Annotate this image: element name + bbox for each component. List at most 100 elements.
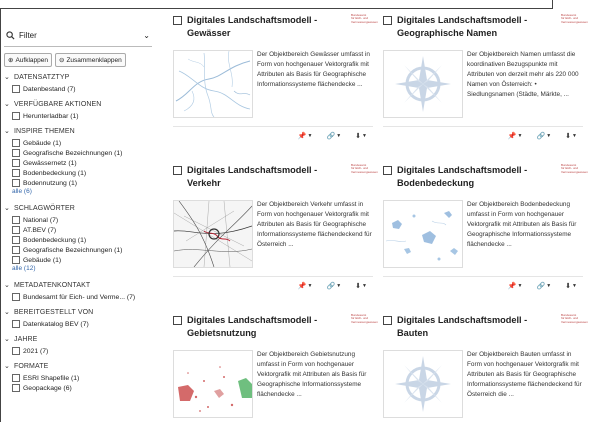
pin-dropdown[interactable]: 📌 ▼ [508, 132, 523, 140]
caret-down-icon: ▼ [572, 132, 577, 139]
dataset-thumbnail[interactable] [383, 50, 463, 118]
dataset-card[interactable]: Digitales Landschaftsmodell - Geographis… [383, 13, 588, 140]
facet-checkbox-item[interactable]: Geografische Bezeichnungen (1) [12, 148, 152, 158]
dataset-thumbnail[interactable] [173, 200, 253, 268]
facet-title[interactable]: ⌄ DATENSATZTYP [4, 73, 152, 82]
facet-item-label: Geopackage (6) [23, 384, 72, 392]
facet-checkbox-item[interactable]: AT.BEV (7) [12, 225, 152, 235]
show-all-link[interactable]: alle (12) [12, 265, 152, 275]
checkbox[interactable] [12, 256, 20, 264]
caret-down-icon: ▼ [336, 282, 342, 289]
checkbox[interactable] [12, 246, 20, 254]
card-select-checkbox[interactable] [173, 16, 182, 25]
dataset-thumbnail[interactable] [173, 350, 253, 418]
dataset-card[interactable]: Digitales Landschaftsmodell - Bauten Bund… [383, 313, 588, 418]
facet-checkbox-item[interactable]: Bodennutzung (1) [12, 178, 152, 188]
checkbox[interactable] [12, 347, 20, 355]
map-thumbnail [174, 351, 252, 417]
dataset-card[interactable]: Digitales Landschaftsmodell - Gewässer Bu… [173, 13, 378, 140]
card-select-checkbox[interactable] [383, 166, 392, 175]
link-dropdown[interactable]: 🔗 ▼ [327, 282, 342, 290]
facet-checkbox-item[interactable]: Bodenbedeckung (1) [12, 235, 152, 245]
card-title[interactable]: Digitales Landschaftsmodell - Bodenbedec… [397, 164, 547, 190]
chevron-down-icon: ⌄ [4, 363, 10, 370]
bev-logo: Bundesamt für Eich- und Vermessungswesen [351, 163, 378, 174]
link-dropdown[interactable]: 🔗 ▼ [537, 132, 552, 140]
download-dropdown[interactable]: ⬇ ▼ [355, 282, 367, 290]
facet-group: ⌄ INSPIRE THEMEN Gebäude (1) Geografische B… [4, 127, 152, 198]
facet-checkbox-item[interactable]: Datenbestand (7) [12, 84, 152, 94]
dataset-card[interactable]: Digitales Landschaftsmodell - Bodenbedec… [383, 163, 588, 290]
facet-checkbox-item[interactable]: Geografische Bezeichnungen (1) [12, 245, 152, 255]
checkbox[interactable] [12, 169, 20, 177]
checkbox[interactable] [12, 179, 20, 187]
show-all-link[interactable]: alle (6) [12, 188, 152, 198]
facet-checkbox-item[interactable]: Gewässernetz (1) [12, 158, 152, 168]
download-dropdown[interactable]: ⬇ ▼ [565, 282, 577, 290]
facet-checkbox-item[interactable]: National (7) [12, 215, 152, 225]
card-title[interactable]: Digitales Landschaftsmodell - Bauten [397, 314, 547, 340]
facet-checkbox-item[interactable]: Datenkatalog BEV (7) [12, 319, 152, 329]
card-title[interactable]: Digitales Landschaftsmodell - Gewässer [187, 14, 337, 40]
card-select-checkbox[interactable] [173, 166, 182, 175]
map-thumbnail [384, 201, 462, 267]
card-select-checkbox[interactable] [173, 316, 182, 325]
facet-group: ⌄ VERFÜGBARE AKTIONEN Herunterladbar (1) [4, 100, 152, 121]
facet-title[interactable]: ⌄ METADATENKONTAKT [4, 281, 152, 290]
facet-checkbox-item[interactable]: Gebäude (1) [12, 255, 152, 265]
download-dropdown[interactable]: ⬇ ▼ [355, 132, 367, 140]
facet-title[interactable]: ⌄ BEREITGESTELLT VON [4, 308, 152, 317]
card-select-checkbox[interactable] [383, 16, 392, 25]
card-select-checkbox[interactable] [383, 316, 392, 325]
card-description: Der Objektbereich Bauten umfasst in Form… [467, 351, 582, 398]
dataset-card[interactable]: Digitales Landschaftsmodell - Verkehr Bun… [173, 163, 378, 290]
facet-checkbox-item[interactable]: ESRI Shapefile (1) [12, 373, 152, 383]
checkbox[interactable] [12, 85, 20, 93]
download-icon: ⬇ [355, 132, 362, 140]
checkbox[interactable] [12, 374, 20, 382]
facet-checkbox-item[interactable]: Bundesamt für Eich- und Verme... (7) [12, 292, 152, 302]
pin-dropdown[interactable]: 📌 ▼ [298, 282, 313, 290]
checkbox[interactable] [12, 159, 20, 167]
checkbox[interactable] [12, 149, 20, 157]
facet-title[interactable]: ⌄ JAHRE [4, 335, 152, 344]
facet-title[interactable]: ⌄ VERFÜGBARE AKTIONEN [4, 100, 152, 109]
expand-all-button[interactable]: ⊕ Aufklappen [4, 53, 52, 67]
checkbox[interactable] [12, 236, 20, 244]
chevron-down-icon: ⌄ [4, 101, 10, 108]
pin-dropdown[interactable]: 📌 ▼ [508, 282, 523, 290]
facet-title[interactable]: ⌄ INSPIRE THEMEN [4, 127, 152, 136]
facet-group: ⌄ FORMATE ESRI Shapefile (1) Geopackage (6) [4, 362, 152, 393]
link-dropdown[interactable]: 🔗 ▼ [537, 282, 552, 290]
facet-checkbox-item[interactable]: Herunterladbar (1) [12, 111, 152, 121]
checkbox[interactable] [12, 112, 20, 120]
checkbox[interactable] [12, 293, 20, 301]
checkbox[interactable] [12, 384, 20, 392]
dataset-thumbnail[interactable] [383, 350, 463, 418]
facet-item-label: Geografische Bezeichnungen (1) [23, 246, 123, 254]
checkbox[interactable] [12, 216, 20, 224]
card-title[interactable]: Digitales Landschaftsmodell - Geographis… [397, 14, 547, 40]
facet-checkbox-item[interactable]: 2021 (7) [12, 346, 152, 356]
dataset-thumbnail[interactable] [383, 200, 463, 268]
pin-dropdown[interactable]: 📌 ▼ [298, 132, 313, 140]
facet-title[interactable]: ⌄ SCHLAGWÖRTER [4, 204, 152, 213]
card-description: Der Objektbereich Namen umfasst die koor… [467, 51, 579, 98]
facet-title[interactable]: ⌄ FORMATE [4, 362, 152, 371]
filter-header[interactable]: Filter ⌄ [4, 24, 152, 47]
link-dropdown[interactable]: 🔗 ▼ [327, 132, 342, 140]
dataset-thumbnail[interactable] [173, 50, 253, 118]
checkbox[interactable] [12, 139, 20, 147]
checkbox[interactable] [12, 226, 20, 234]
facet-checkbox-item[interactable]: Bodenbedeckung (1) [12, 168, 152, 178]
facet-checkbox-item[interactable]: Geopackage (6) [12, 383, 152, 393]
facet-item-label: Gewässernetz (1) [23, 159, 77, 167]
checkbox[interactable] [12, 320, 20, 328]
card-title[interactable]: Digitales Landschaftsmodell - Gebietsnut… [187, 314, 337, 340]
dataset-card[interactable]: Digitales Landschaftsmodell - Gebietsnut… [173, 313, 378, 418]
collapse-all-button[interactable]: ⊖ Zusammenklappen [54, 53, 126, 67]
card-title[interactable]: Digitales Landschaftsmodell - Verkehr [187, 164, 337, 190]
facet-checkbox-item[interactable]: Gebäude (1) [12, 138, 152, 148]
download-dropdown[interactable]: ⬇ ▼ [565, 132, 577, 140]
chevron-down-icon: ⌄ [4, 282, 10, 289]
